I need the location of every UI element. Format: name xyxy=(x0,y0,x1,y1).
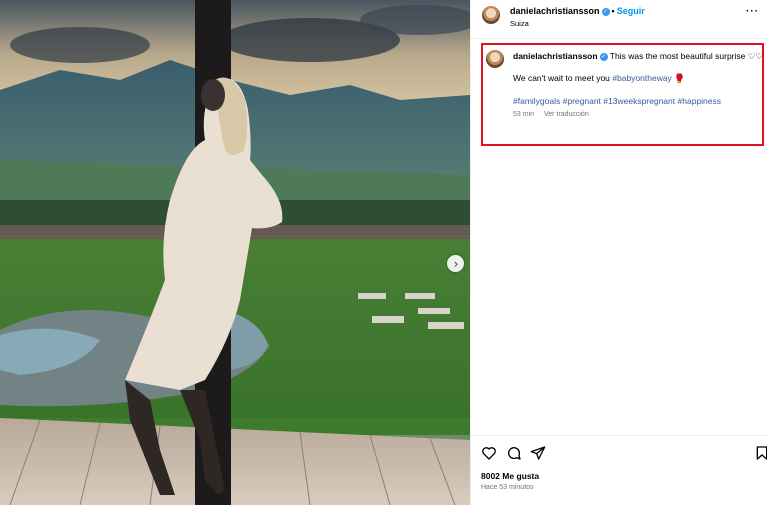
caption-meta: 53 min Ver traducción xyxy=(513,111,597,118)
hashtag-13weekspregnant[interactable]: #13weekspregnant xyxy=(603,96,675,106)
hashtag-list: #familygoals #pregnant #13weekspregnant … xyxy=(513,96,721,106)
caption-highlight-box: danielachristiansson ✓ This was the most … xyxy=(481,43,764,146)
heart-icon[interactable] xyxy=(481,445,497,461)
caption-age: 53 min xyxy=(513,111,535,118)
avatar[interactable] xyxy=(482,6,500,24)
caption-line2-text: We can't wait to meet you xyxy=(513,73,613,83)
next-image-button[interactable]: › xyxy=(447,255,464,272)
caption-text: This was the most beautiful surprise ♡♡ xyxy=(609,51,763,61)
caption-username[interactable]: danielachristiansson xyxy=(513,51,598,61)
caption-emoji: 🥊 xyxy=(674,73,685,83)
follow-button[interactable]: Seguir xyxy=(617,6,645,16)
share-icon[interactable] xyxy=(530,445,546,461)
comment-icon[interactable] xyxy=(506,445,522,461)
hashtag-familygoals[interactable]: #familygoals xyxy=(513,96,560,106)
separator-dot: • xyxy=(611,6,615,16)
post-image: › xyxy=(0,0,470,505)
header-user-row: danielachristiansson ✓ • Seguir xyxy=(510,6,645,16)
caption-second-line: We can't wait to meet you #babyontheway … xyxy=(513,73,685,84)
hashtag-pregnant[interactable]: #pregnant xyxy=(563,96,601,106)
post-header: danielachristiansson ✓ • Seguir Suiza ··· xyxy=(471,0,767,39)
caption-first-line: danielachristiansson ✓ This was the most … xyxy=(513,51,763,62)
bookmark-icon[interactable] xyxy=(754,445,767,461)
post-timestamp: Hace 53 minutos xyxy=(481,484,534,491)
header-username[interactable]: danielachristiansson xyxy=(510,6,600,16)
chevron-right-icon: › xyxy=(453,256,459,271)
more-options-icon[interactable]: ··· xyxy=(746,6,759,17)
post-side-panel: danielachristiansson ✓ • Seguir Suiza ··· d… xyxy=(470,0,767,505)
caption-avatar[interactable] xyxy=(486,50,504,68)
verified-icon: ✓ xyxy=(601,7,610,16)
hashtag-happiness[interactable]: #happiness xyxy=(678,96,721,106)
location-link[interactable]: Suiza xyxy=(510,19,529,28)
scenic-photo xyxy=(0,0,470,505)
verified-icon: ✓ xyxy=(599,52,608,61)
action-bar: 8002 Me gusta Hace 53 minutos xyxy=(471,435,767,506)
hashtag-babyontheway[interactable]: #babyontheway xyxy=(612,73,672,83)
translate-link[interactable]: Ver traducción xyxy=(544,111,589,118)
like-count[interactable]: 8002 Me gusta xyxy=(481,471,539,481)
